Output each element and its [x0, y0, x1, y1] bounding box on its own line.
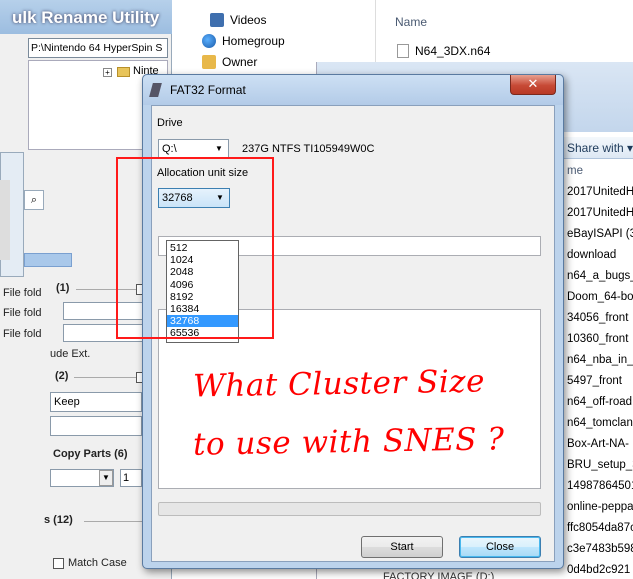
list-item[interactable]: ffc8054da87c: [563, 519, 633, 540]
group-2-divider: [74, 377, 136, 378]
group-12-label: s (12): [44, 514, 73, 526]
annotation-line-1: What Cluster Size: [192, 363, 486, 405]
group-1-label: (1): [56, 282, 70, 294]
search-icon[interactable]: ⌕: [24, 190, 44, 210]
explorer-2-file-list: me 2017UnitedH 2017UnitedH eBayISAPI (3)…: [563, 162, 633, 579]
match-case-checkbox[interactable]: [53, 558, 64, 569]
file-icon: [397, 44, 409, 58]
chevron-down-icon[interactable]: ▼: [99, 470, 113, 486]
bulk-rename-titlebar: ulk Rename Utility: [0, 0, 172, 34]
copy-parts-count[interactable]: 1: [120, 469, 142, 487]
format-progress-bar: [158, 502, 541, 516]
nav-item-videos-label: Videos: [230, 13, 267, 27]
drive-info: 237G NTFS TI105949W0C: [242, 143, 375, 155]
list-item[interactable]: Box-Art-NA-: [563, 435, 633, 456]
list-item[interactable]: 34056_front: [563, 309, 633, 330]
list-item[interactable]: c3e7483b598: [563, 540, 633, 561]
bulk-rename-path-input[interactable]: P:\Nintendo 64 HyperSpin S: [28, 38, 168, 58]
list-item[interactable]: 0d4bd2c921: [563, 561, 633, 579]
list-item[interactable]: eBayISAPI (3): [563, 225, 633, 246]
close-button[interactable]: Close: [459, 536, 541, 558]
keep-select-value: Keep: [54, 396, 80, 408]
drive-select-value: Q:\: [162, 143, 177, 155]
list-item[interactable]: 2017UnitedH: [563, 204, 633, 225]
list-item[interactable]: n64_tomclan: [563, 414, 633, 435]
list-item[interactable]: 5497_front: [563, 372, 633, 393]
list-item[interactable]: online-peppa: [563, 498, 633, 519]
homegroup-icon: [202, 34, 216, 48]
dialog-title: FAT32 Format: [170, 83, 246, 97]
fat32-app-icon: [149, 83, 162, 97]
copy-parts-label: Copy Parts (6): [53, 448, 128, 460]
share-with-button[interactable]: Share with ▾: [563, 137, 633, 159]
annotation-line-2: to use with SNES ?: [192, 421, 505, 463]
share-with-label: Share with: [567, 141, 624, 155]
list-item[interactable]: n64_a_bugs_: [563, 267, 633, 288]
list-item[interactable]: n64_off-road: [563, 393, 633, 414]
bulk-rename-scrollbar[interactable]: [0, 180, 10, 260]
nav-item-homegroup-label: Homegroup: [222, 34, 285, 48]
list-item[interactable]: 10360_front: [563, 330, 633, 351]
nav-item-owner[interactable]: Owner: [202, 55, 257, 69]
folder-icon: [117, 67, 130, 77]
group-12-divider: [84, 521, 142, 522]
list-item[interactable]: 2017UnitedH: [563, 183, 633, 204]
column-header-name-2[interactable]: me: [563, 162, 633, 183]
highlight-box: [116, 157, 274, 339]
close-icon[interactable]: ✕: [510, 75, 556, 95]
tree-expand-icon[interactable]: +: [103, 68, 112, 77]
list-item[interactable]: 14987864501: [563, 477, 633, 498]
chevron-down-icon: ▼: [215, 144, 223, 153]
file-folder-label-2: File fold: [3, 307, 42, 319]
bulk-rename-selected-row[interactable]: [24, 253, 72, 267]
file-folder-label-1: File fold: [3, 287, 42, 299]
nav-item-videos[interactable]: Videos: [210, 13, 266, 27]
include-ext-label: ude Ext.: [50, 348, 91, 360]
list-item[interactable]: n64_nba_in_t: [563, 351, 633, 372]
group-2-input[interactable]: [50, 416, 142, 436]
group-2-label: (2): [55, 370, 69, 382]
list-item[interactable]: download: [563, 246, 633, 267]
drive-select[interactable]: Q:\ ▼: [158, 139, 229, 159]
start-button[interactable]: Start: [361, 536, 443, 558]
drive-item-factory-image[interactable]: FACTORY IMAGE (D:): [383, 571, 494, 579]
drive-label: Drive: [157, 117, 183, 129]
videos-icon: [210, 13, 224, 27]
list-item[interactable]: BRU_setup_3: [563, 456, 633, 477]
copy-parts-count-value: 1: [123, 472, 130, 484]
bulk-rename-title: ulk Rename Utility: [12, 8, 160, 27]
keep-select[interactable]: Keep: [50, 392, 142, 412]
dialog-titlebar[interactable]: FAT32 Format: [143, 75, 563, 105]
user-folder-icon: [202, 55, 216, 69]
file-row[interactable]: N64_3DX.n64: [397, 44, 490, 58]
match-case-label: Match Case: [68, 557, 127, 569]
nav-item-owner-label: Owner: [222, 55, 258, 69]
file-folder-label-3: File fold: [3, 328, 42, 340]
list-item[interactable]: Doom_64-bo: [563, 288, 633, 309]
nav-item-homegroup[interactable]: Homegroup: [202, 34, 285, 48]
file-name: N64_3DX.n64: [415, 44, 491, 58]
column-header-name[interactable]: Name: [395, 15, 427, 29]
